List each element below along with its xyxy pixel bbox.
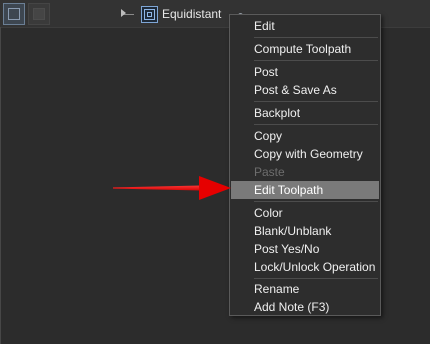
menu-item-paste: Paste <box>254 165 285 179</box>
menu-separator <box>254 60 378 61</box>
menu-item-color[interactable]: Color <box>231 204 379 222</box>
menu-item-copy-with-geometry[interactable]: Copy with Geometry <box>231 145 379 163</box>
menu-item-add-note[interactable]: Add Note (F3) <box>231 298 379 316</box>
panel-border <box>0 27 1 344</box>
annotation-arrow-icon <box>199 176 231 200</box>
menu-item-copy[interactable]: Copy <box>231 127 379 145</box>
menu-item-edit[interactable]: Edit <box>231 17 379 35</box>
menu-separator <box>254 124 378 125</box>
menu-separator <box>254 278 378 279</box>
menu-separator <box>254 201 378 202</box>
menu-item-backplot[interactable]: Backplot <box>231 104 379 122</box>
equidistant-toolpath-icon <box>141 6 158 23</box>
toolbar-button[interactable] <box>28 3 50 25</box>
operation-label[interactable]: Equidistant <box>162 7 221 21</box>
menu-item-compute-toolpath[interactable]: Compute Toolpath <box>231 40 379 58</box>
menu-item-post-save-as[interactable]: Post & Save As <box>231 81 379 99</box>
menu-separator <box>254 101 378 102</box>
toolbar-icon <box>33 8 45 20</box>
menu-item-post[interactable]: Post <box>231 63 379 81</box>
operations-panel: Equidistant Edit Compute Toolpath Post P… <box>0 0 430 344</box>
select-all-button[interactable] <box>3 3 25 25</box>
menu-item-edit-toolpath[interactable]: Edit Toolpath <box>231 181 379 199</box>
menu-item-rename[interactable]: Rename <box>231 280 379 298</box>
context-menu: Edit Compute Toolpath Post Post & Save A… <box>229 14 381 316</box>
menu-item-post-yes-no[interactable]: Post Yes/No <box>231 240 379 258</box>
select-icon <box>8 8 20 20</box>
menu-separator <box>254 37 378 38</box>
menu-item-blank-unblank[interactable]: Blank/Unblank <box>231 222 379 240</box>
expand-arrow-icon[interactable] <box>121 9 126 17</box>
menu-item-lock-unlock-operation[interactable]: Lock/Unlock Operation <box>231 258 379 276</box>
